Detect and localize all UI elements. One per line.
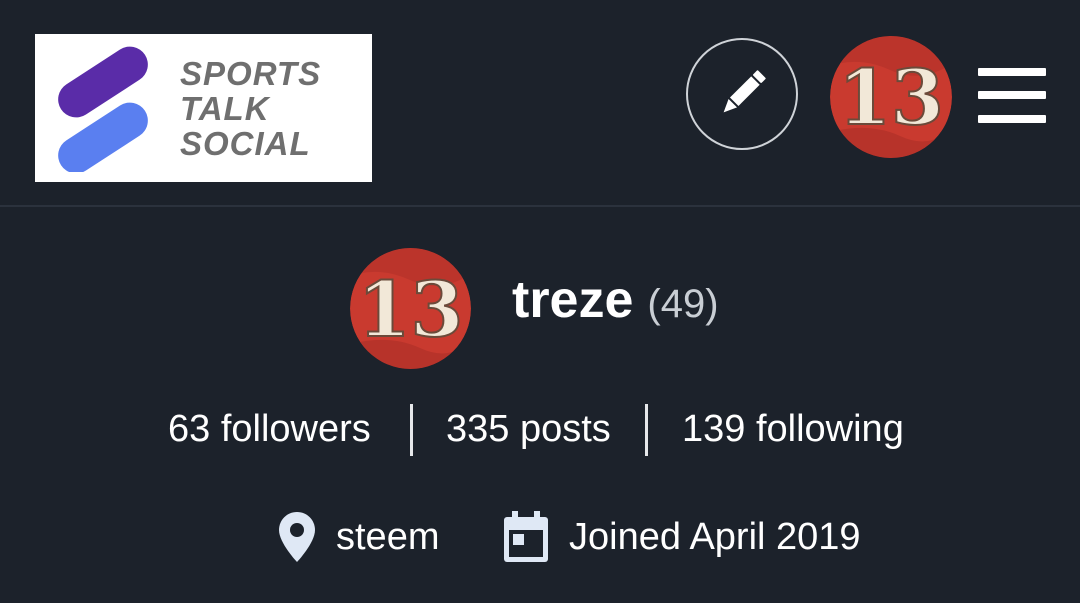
logo-mark-icon: [58, 46, 148, 172]
reputation-score: (49): [647, 282, 719, 326]
following-link[interactable]: 139 following: [682, 408, 904, 451]
menu-bar: [978, 68, 1046, 76]
profile-name-row: treze (49): [512, 270, 719, 340]
header-avatar[interactable]: 13: [830, 36, 952, 158]
logo-line-3: SOCIAL: [180, 125, 311, 162]
avatar-image: 13: [830, 36, 952, 158]
stat-divider: [645, 404, 648, 456]
logo-line-2: TALK: [180, 90, 270, 127]
profile-avatar-image: 13: [350, 248, 471, 369]
pencil-icon: [723, 70, 766, 113]
profile-stats: 63 followers 335 posts 139 following: [0, 400, 1080, 466]
header-avatar-label: 13: [838, 53, 944, 142]
menu-bar: [978, 91, 1046, 99]
profile-meta: steem Joined April 2019: [0, 505, 1080, 569]
logo-line-1: SPORTS: [180, 55, 322, 92]
followers-link[interactable]: 63 followers: [168, 408, 371, 451]
logo-text: SPORTS TALK SOCIAL: [180, 56, 321, 161]
location-text: steem: [336, 515, 440, 558]
joined-item: Joined April 2019: [503, 505, 861, 569]
profile-name: treze: [512, 271, 634, 329]
calendar-icon: [504, 511, 548, 562]
top-header: SPORTS TALK SOCIAL 13: [0, 0, 1080, 207]
joined-text: Joined April 2019: [569, 515, 861, 558]
profile-avatar: 13: [350, 248, 471, 369]
location-pin-icon: [279, 512, 315, 562]
posts-link[interactable]: 335 posts: [446, 408, 611, 451]
edit-button[interactable]: [686, 38, 798, 150]
menu-button[interactable]: [978, 66, 1048, 126]
stat-divider: [410, 404, 413, 456]
site-logo[interactable]: SPORTS TALK SOCIAL: [35, 34, 372, 182]
location-item: steem: [278, 505, 439, 569]
profile-avatar-label: 13: [358, 265, 464, 354]
menu-bar: [978, 115, 1046, 123]
profile-page: SPORTS TALK SOCIAL 13 13 treze (49) 63 f…: [0, 0, 1080, 603]
